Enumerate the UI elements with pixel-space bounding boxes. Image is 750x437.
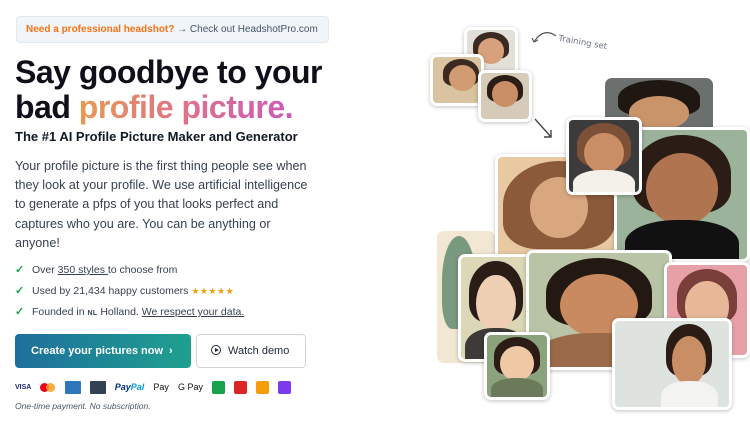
down-arrow-icon	[534, 118, 552, 138]
ai-portrait-cafe	[612, 318, 732, 410]
ai-portrait-anime-small	[484, 332, 550, 400]
bancontact-icon	[256, 381, 270, 394]
page-subtitle: The #1 AI Profile Picture Maker and Gene…	[15, 129, 298, 144]
feature-founded-prefix: Founded in	[32, 306, 88, 318]
page-title: Say goodbye to your bad profile picture.	[15, 55, 335, 125]
apple-pay-icon: Pay	[153, 381, 169, 394]
feature-styles: ✓ Over 350 styles to choose from	[15, 260, 244, 281]
banner-highlight: Need a professional headshot?	[26, 24, 175, 35]
privacy-link[interactable]: We respect your data.	[142, 306, 245, 318]
mastercard-icon	[40, 381, 56, 394]
feature-customers-text: Used by 21,434 happy customers	[32, 285, 189, 297]
visa-icon: VISA	[15, 384, 32, 391]
card-icon	[89, 381, 106, 394]
training-photo-2	[430, 54, 484, 106]
feature-list: ✓ Over 350 styles to choose from ✓ Used by…	[15, 260, 244, 323]
training-set-label: Training set	[557, 33, 608, 53]
curved-arrow-icon	[531, 32, 557, 43]
headline-line-1: Say goodbye to your	[15, 54, 322, 90]
payment-methods: VISA PayPal Pay G Pay	[15, 377, 295, 394]
training-photo-3	[478, 70, 532, 122]
headshotpro-banner[interactable]: Need a professional headshot? → Check ou…	[16, 16, 329, 43]
ai-portrait-framed	[566, 117, 642, 195]
check-icon: ✓	[15, 285, 25, 297]
check-icon: ✓	[15, 264, 25, 276]
paypal-text-b: Pal	[130, 382, 145, 392]
feature-founded-place: Holland.	[97, 306, 142, 318]
styles-link[interactable]: 350 styles	[58, 264, 108, 276]
create-pictures-button[interactable]: Create your pictures now ›	[15, 334, 191, 368]
feature-founded: ✓ Founded in NL Holland. We respect your …	[15, 302, 244, 323]
feature-styles-suffix: to choose from	[107, 264, 178, 276]
play-icon	[211, 345, 221, 355]
hero-description: Your profile picture is the first thing …	[15, 159, 308, 250]
feature-styles-prefix: Over	[32, 264, 58, 276]
apple-pay-text: Pay	[153, 382, 169, 392]
chevron-right-icon: ›	[169, 345, 173, 357]
przelewy-icon	[234, 381, 248, 394]
headline-gradient-text: profile picture.	[78, 89, 294, 125]
check-icon: ✓	[15, 306, 25, 318]
ideal-icon	[278, 381, 292, 394]
google-pay-icon: G Pay	[177, 382, 203, 392]
payment-note: One-time payment. No subscription.	[15, 401, 151, 411]
rating-stars-icon: ★★★★★	[191, 286, 235, 296]
amex-icon	[64, 381, 81, 394]
banner-link-text: → Check out HeadshotPro.com	[177, 24, 318, 35]
netherlands-flag-icon: NL	[87, 310, 98, 317]
paypal-icon: PayPal	[115, 381, 145, 394]
feature-customers: ✓ Used by 21,434 happy customers ★★★★★	[15, 281, 244, 302]
watch-demo-label: Watch demo	[228, 345, 290, 357]
watch-demo-button[interactable]: Watch demo	[196, 334, 306, 368]
paypal-text-a: Pay	[114, 382, 131, 392]
headline-line-2-plain: bad	[15, 89, 79, 125]
giropay-icon	[212, 381, 226, 394]
create-pictures-label: Create your pictures now	[31, 345, 164, 357]
